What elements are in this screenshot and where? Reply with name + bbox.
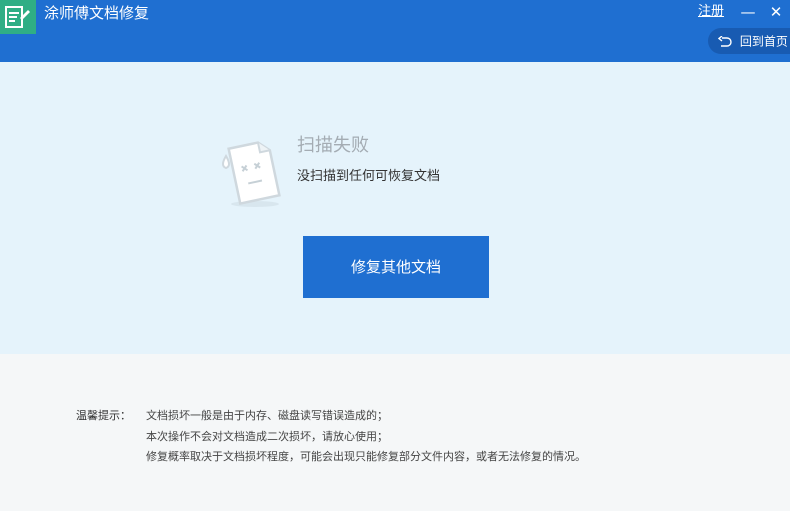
minimize-button[interactable]: — xyxy=(738,2,758,22)
tip-line: 本次操作不会对文档造成二次损坏，请放心使用； xyxy=(146,430,388,443)
scan-result-panel: 扫描失败 没扫描到任何可恢复文档 修复其他文档 xyxy=(0,62,790,354)
back-arrow-icon xyxy=(718,35,732,47)
title-bar: 涂师傅文档修复 注册 — ✕ 回到首页 xyxy=(0,0,790,62)
document-logo-icon xyxy=(5,6,30,28)
repair-other-documents-button[interactable]: 修复其他文档 xyxy=(303,236,489,298)
status-title: 扫描失败 xyxy=(297,135,369,156)
app-title: 涂师傅文档修复 xyxy=(44,4,150,22)
tip-line: 修复概率取决于文档损坏程度，可能会出现只能修复部分文件内容，或者无法修复的情况。 xyxy=(146,450,586,463)
tip-line: 文档损坏一般是由于内存、磁盘读写错误造成的； xyxy=(146,409,388,422)
status-description: 没扫描到任何可恢复文档 xyxy=(297,169,441,184)
sad-document-icon xyxy=(222,141,281,207)
back-home-button[interactable]: 回到首页 xyxy=(708,28,790,54)
close-button[interactable]: ✕ xyxy=(766,2,786,22)
tips-label: 温馨提示： xyxy=(76,409,131,422)
app-logo xyxy=(0,0,36,34)
back-home-label: 回到首页 xyxy=(739,34,788,49)
register-link[interactable]: 注册 xyxy=(698,3,724,21)
